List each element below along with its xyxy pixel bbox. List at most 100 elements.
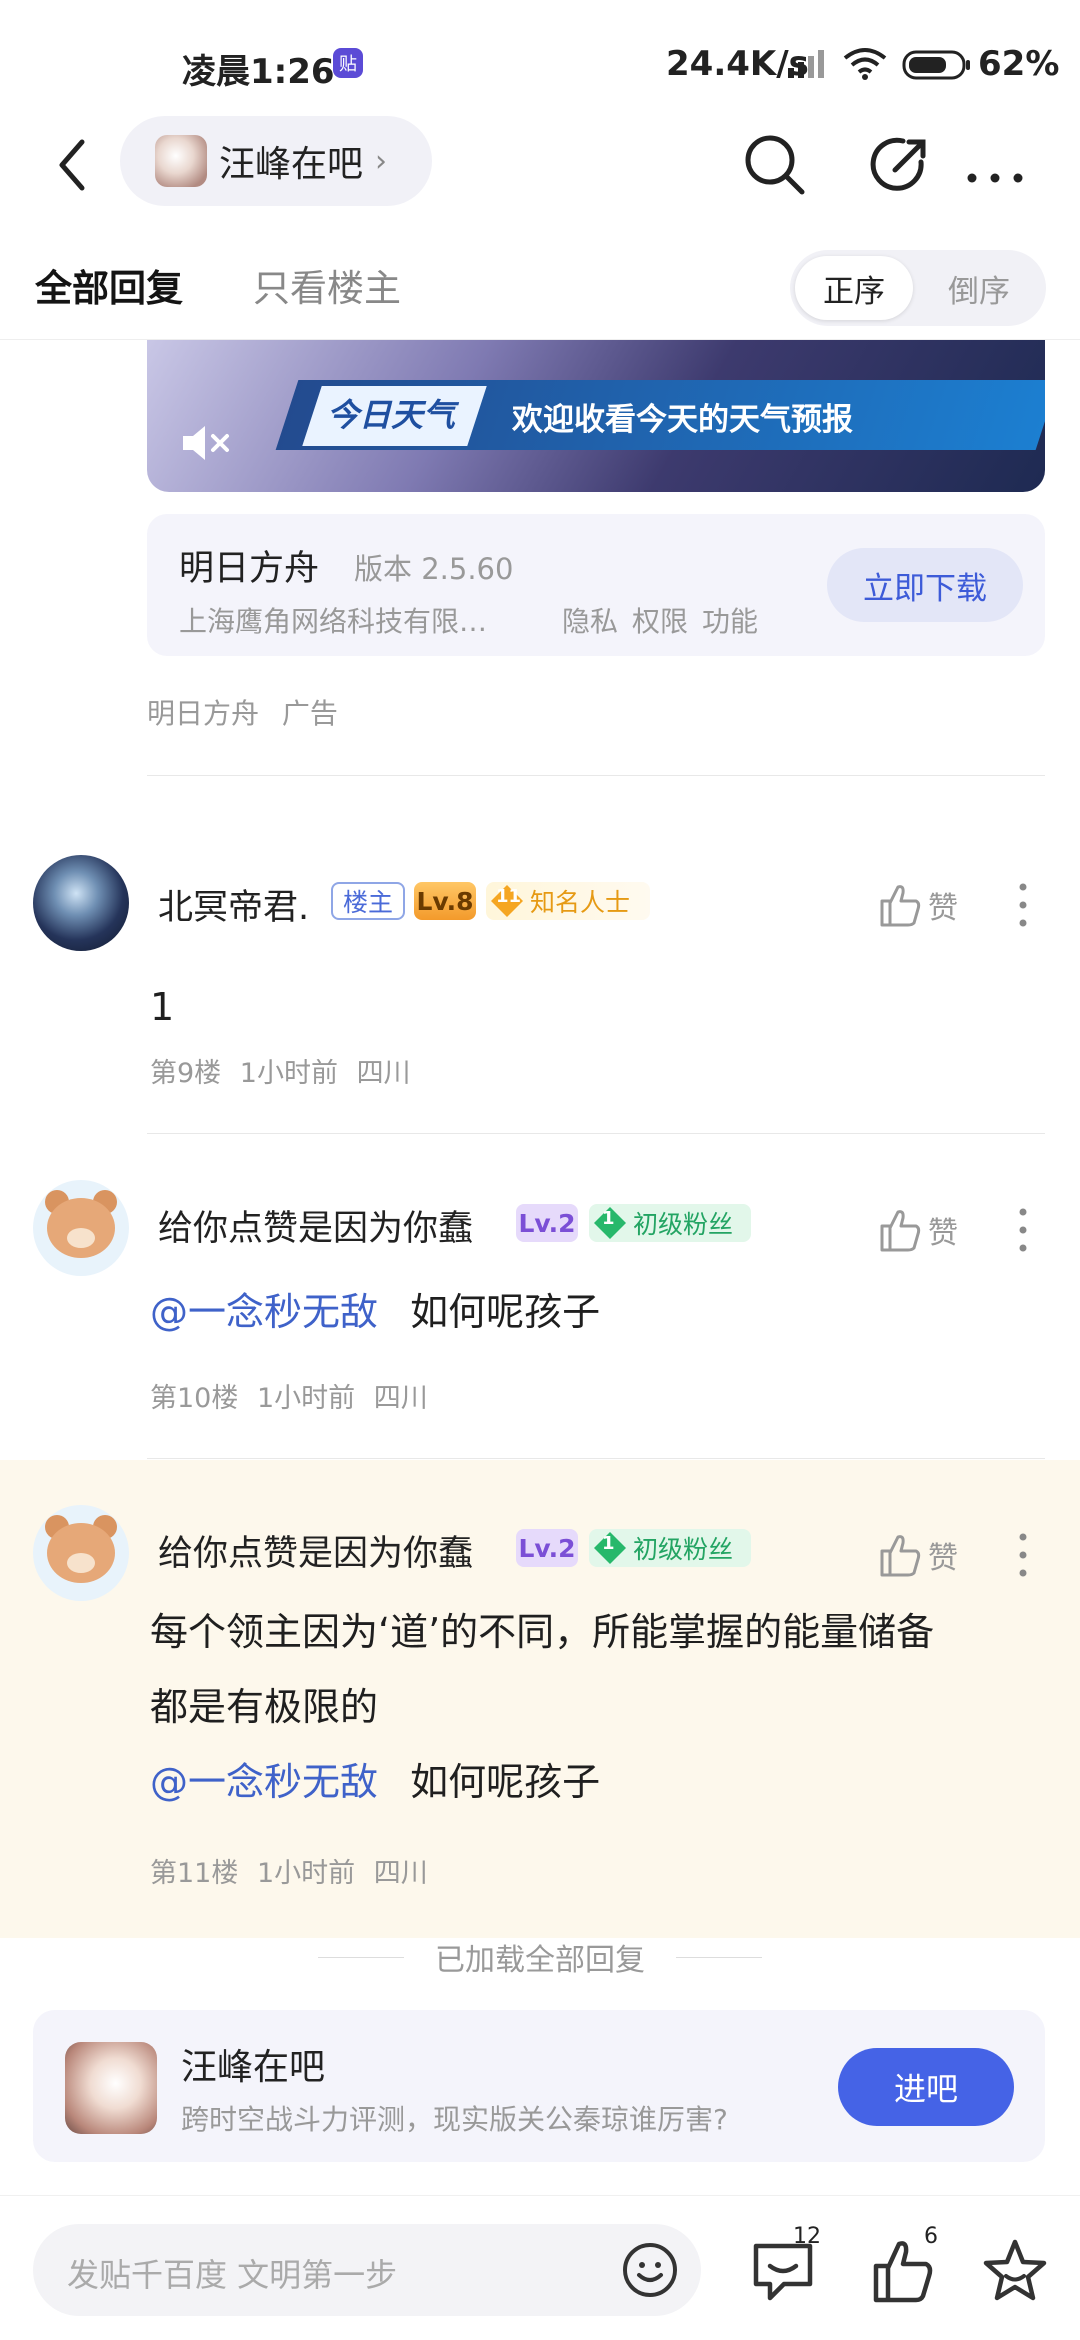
status-bar: 凌晨1:26 贴 24.4K/s 62% [0,0,1080,110]
reply-placeholder: 发贴千百度 文明第一步 [67,2256,398,2294]
more-horizontal-icon[interactable] [962,132,1028,192]
tab-only-op[interactable]: 只看楼主 [253,258,401,312]
reply-time: 1小时前 [256,1383,356,1414]
like-label: 赞 [928,891,958,926]
forum-avatar [155,135,207,187]
mention-link[interactable]: @一念秒无敌 [150,1760,378,1804]
floor-number: 第9楼 [150,1058,222,1089]
back-arrow-icon[interactable] [44,130,104,200]
reply-input[interactable]: 发贴千百度 文明第一步 [33,2224,701,2316]
fans-badge: 1 初级粉丝 [589,1204,751,1242]
reply-content: 每个领主因为‘道’的不同，所能掌握的能量储备 都是有极限的 @一念秒无敌 如何呢… [150,1595,934,1820]
more-vertical-icon[interactable] [1010,1525,1036,1585]
title-number: 11 [496,886,522,907]
status-time: 凌晨1:26 [182,52,335,92]
banner-tag: 今日天气 [327,396,456,434]
like-button[interactable]: 赞 [878,1200,978,1260]
bottom-bar: 发贴千百度 文明第一步 12 6 [0,2195,1080,2340]
level-badge: Lv.2 [516,1529,578,1567]
reply-time: 1小时前 [256,1858,356,1889]
ad-app-card[interactable]: 明日方舟 版本 2.5.60 上海鹰角网络科技有限… 隐私 权限 功能 立即下载 [147,514,1045,656]
battery-level: 62% [978,44,1060,84]
username[interactable]: 北冥帝君. [158,879,309,930]
avatar[interactable] [33,1180,129,1276]
reply-location: 四川 [373,1858,428,1889]
comment-count: 12 [793,2224,821,2249]
forum-entry-pill[interactable]: 汪峰在吧 › [120,116,432,206]
avatar[interactable] [33,855,129,951]
banner-text: 欢迎收看今天的天气预报 [512,402,853,438]
like-count: 6 [924,2224,938,2249]
ad-link-privacy[interactable]: 隐私 [562,600,618,640]
avatar[interactable] [33,1505,129,1601]
wifi-icon [843,48,887,80]
sort-toggle: 正序 倒序 [790,250,1046,326]
search-icon[interactable] [740,130,810,200]
reply-location: 四川 [373,1383,428,1414]
reply-text-line: 每个领主因为‘道’的不同，所能掌握的能量储备 [150,1610,935,1654]
title-number: 1 [602,1208,615,1229]
level-badge: Lv.8 [414,882,476,920]
reply-content: @一念秒无敌 如何呢孩子 [150,1275,600,1350]
forum-card[interactable]: 汪峰在吧 跨时空战斗力评测，现实版关公秦琼谁厉害? 进吧 [33,2010,1045,2162]
reply-text-line: 都是有极限的 [150,1685,379,1729]
tab-all-replies[interactable]: 全部回复 [35,258,183,312]
mention-link[interactable]: @一念秒无敌 [150,1290,378,1334]
title-number: 1 [602,1533,615,1554]
ad-source: 明日方舟 [147,697,260,730]
like-button[interactable]: 赞 [878,875,978,935]
ad-company: 上海鹰角网络科技有限… [179,605,488,638]
sort-asc-button[interactable]: 正序 [795,256,913,320]
ad-video-banner[interactable]: 今日天气 欢迎收看今天的天气预报 [147,340,1045,492]
ad-link-features[interactable]: 功能 [702,600,758,640]
ad-link-permissions[interactable]: 权限 [632,600,688,640]
signal-icon [788,50,824,78]
like-label: 赞 [928,1216,958,1251]
tieba-app-icon: 贴 [333,48,363,78]
username[interactable]: 给你点赞是因为你蠢 [158,1200,473,1251]
download-button[interactable]: 立即下载 [827,548,1023,622]
forum-card-name: 汪峰在吧 [181,2047,326,2088]
floor-number: 第11楼 [150,1858,239,1889]
reply-content: 1 [150,985,175,1029]
chevron-right-icon: › [375,143,388,179]
ad-app-name: 明日方舟 [179,549,320,589]
title-text: 初级粉丝 [633,1210,734,1239]
like-button[interactable]: 赞 [878,1525,978,1585]
divider [147,1133,1045,1134]
reply-meta: 第10楼 1小时前 四川 [150,1376,428,1415]
more-vertical-icon[interactable] [1010,875,1036,935]
more-vertical-icon[interactable] [1010,1200,1036,1260]
reply-location: 四川 [356,1058,411,1089]
ad-app-version: 版本 2.5.60 [354,552,514,586]
title-text: 知名人士 [530,888,631,917]
share-icon[interactable] [865,130,935,200]
owner-badge: 楼主 [331,882,405,920]
all-loaded-text: 已加载全部回复 [0,1935,1080,1985]
forum-name: 汪峰在吧 [219,144,364,185]
enter-forum-button[interactable]: 进吧 [838,2048,1014,2126]
ad-label: 广告 [281,697,338,730]
star-icon[interactable] [980,2236,1050,2306]
sort-desc-button[interactable]: 倒序 [920,256,1038,320]
divider [147,1458,1045,1459]
reply-tabs: 全部回复 只看楼主 正序 倒序 [0,240,1080,340]
level-badge: Lv.2 [516,1204,578,1242]
reply-time: 1小时前 [239,1058,338,1089]
title-badge: 11 知名人士 [486,882,650,920]
reply-meta: 第11楼 1小时前 四川 [150,1851,428,1890]
title-text: 初级粉丝 [633,1535,734,1564]
thumbs-up-icon [880,885,921,927]
mute-icon[interactable] [179,418,235,468]
reply-text: 如何呢孩子 [410,1760,601,1804]
divider [147,775,1045,776]
fans-badge: 1 初级粉丝 [589,1529,751,1567]
like-label: 赞 [928,1541,958,1576]
forum-card-desc: 跨时空战斗力评测，现实版关公秦琼谁厉害? [181,2103,728,2136]
reply-text: 如何呢孩子 [410,1290,601,1334]
username[interactable]: 给你点赞是因为你蠢 [158,1525,473,1576]
emoji-icon[interactable] [621,2241,679,2299]
thumbs-up-icon [880,1535,921,1577]
reply-meta: 第9楼 1小时前 四川 [150,1051,411,1090]
forum-card-avatar [65,2042,157,2134]
